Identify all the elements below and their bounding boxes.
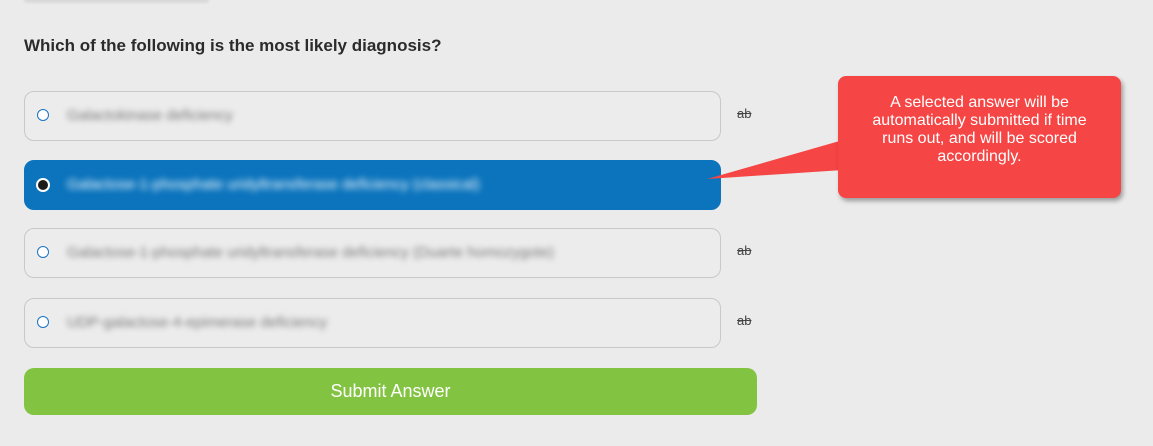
answer-option[interactable]: Galactose-1-phosphate uridyltransferase … xyxy=(24,228,721,278)
tooltip-callout: A selected answer will be automatically … xyxy=(838,76,1121,198)
radio-button[interactable] xyxy=(37,316,49,328)
radio-button-selected[interactable] xyxy=(36,178,50,192)
previous-content-remnant xyxy=(24,0,209,3)
answer-text: UDP-galactose-4-epimerase deficiency xyxy=(67,314,328,331)
question-page: Which of the following is the most likel… xyxy=(0,0,1153,446)
answer-row: UDP-galactose-4-epimerase deficiency ab xyxy=(24,298,764,350)
strikethrough-icon[interactable]: ab xyxy=(737,313,751,328)
strikethrough-icon[interactable]: ab xyxy=(737,106,751,121)
answer-text: Galactokinase deficiency xyxy=(67,107,233,124)
answer-option[interactable]: Galactokinase deficiency xyxy=(24,91,721,141)
strikethrough-icon[interactable]: ab xyxy=(737,243,751,258)
radio-button[interactable] xyxy=(37,246,49,258)
answer-text: Galactose-1-phosphate uridyltransferase … xyxy=(67,176,480,193)
question-text: Which of the following is the most likel… xyxy=(24,36,442,55)
answer-option[interactable]: UDP-galactose-4-epimerase deficiency xyxy=(24,298,721,348)
answer-row: Galactose-1-phosphate uridyltransferase … xyxy=(24,228,764,280)
answer-text: Galactose-1-phosphate uridyltransferase … xyxy=(67,244,554,261)
answer-row: Galactokinase deficiency ab xyxy=(24,91,764,143)
radio-button[interactable] xyxy=(37,109,49,121)
submit-answer-button[interactable]: Submit Answer xyxy=(24,368,757,415)
answer-option-selected[interactable]: Galactose-1-phosphate uridyltransferase … xyxy=(24,160,721,210)
answer-row: Galactose-1-phosphate uridyltransferase … xyxy=(24,160,764,212)
